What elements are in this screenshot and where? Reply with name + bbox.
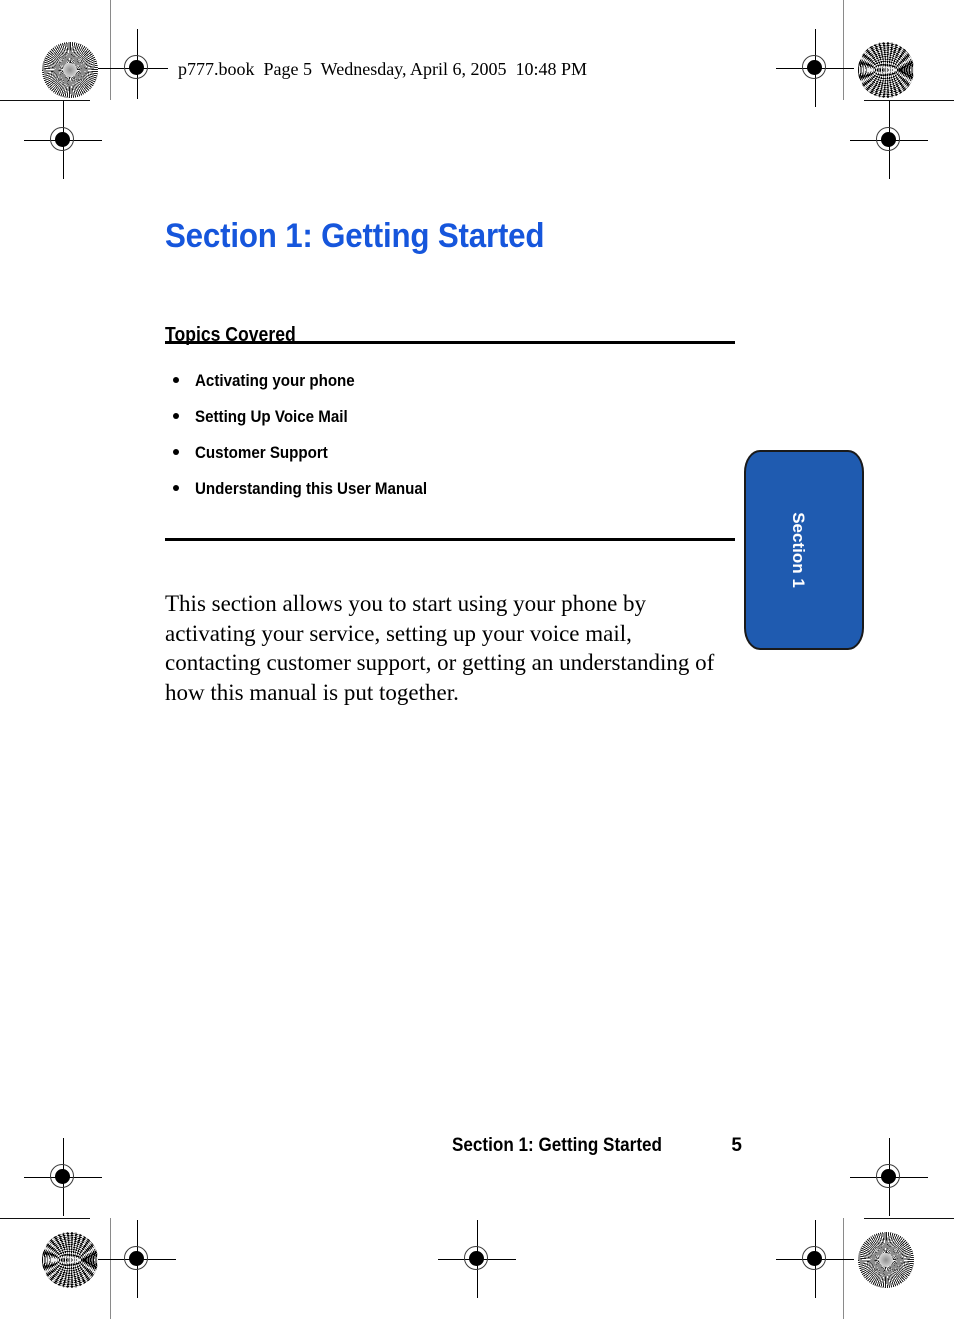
list-item-label: Activating your phone xyxy=(195,371,355,390)
trim-line-top-left xyxy=(0,100,90,101)
registration-crosshair-bottom-center xyxy=(438,1220,516,1298)
list-item: Setting Up Voice Mail xyxy=(165,404,735,440)
radial-starburst-mark-bottom-right xyxy=(858,1232,914,1288)
trim-line-bottom-right xyxy=(864,1218,954,1219)
registration-crosshair-top-left-inner xyxy=(98,29,168,99)
registration-crosshair-right-upper xyxy=(850,101,928,179)
list-item: Activating your phone xyxy=(165,368,735,404)
topics-rule-bottom xyxy=(165,538,735,541)
crosshair-dot xyxy=(881,132,896,147)
topics-rule-top xyxy=(165,341,735,344)
topics-list: Activating your phone Setting Up Voice M… xyxy=(165,368,735,512)
trim-line-top-right xyxy=(864,100,954,101)
footer-title: Section 1: Getting Started xyxy=(452,1135,662,1156)
section-thumb-tab-label: Section 1 xyxy=(788,512,808,588)
bullet-icon xyxy=(173,413,179,419)
crosshair-dot xyxy=(55,1169,70,1184)
radial-starburst-mark-top-left xyxy=(42,42,98,98)
book-file-header: p777.book Page 5 Wednesday, April 6, 200… xyxy=(178,59,588,79)
registration-crosshair-bottom-right-inner xyxy=(776,1220,854,1298)
crosshair-dot xyxy=(129,60,144,75)
crosshair-dot xyxy=(129,1251,144,1266)
registration-crosshair-top-right-inner xyxy=(776,29,854,107)
page-footer: Section 1: Getting Started 5 xyxy=(452,1135,742,1157)
crosshair-dot xyxy=(55,132,70,147)
registration-crosshair-right-lower xyxy=(850,1138,928,1216)
list-item: Understanding this User Manual xyxy=(165,476,735,512)
registration-crosshair-left-lower xyxy=(24,1138,102,1216)
section-thumb-tab: Section 1 xyxy=(744,450,864,650)
moire-halftone-mark-top-right xyxy=(858,42,914,98)
intro-paragraph: This section allows you to start using y… xyxy=(165,591,715,705)
crosshair-dot xyxy=(807,60,822,75)
footer-page-number: 5 xyxy=(731,1135,742,1156)
list-item-label: Understanding this User Manual xyxy=(195,479,428,498)
registration-crosshair-bottom-left-inner xyxy=(98,1220,176,1298)
registration-crosshair-left-upper xyxy=(24,101,102,179)
page-title: Section 1: Getting Started xyxy=(165,216,545,255)
crosshair-dot xyxy=(807,1251,822,1266)
document-page: p777.book Page 5 Wednesday, April 6, 200… xyxy=(0,0,954,1319)
bullet-icon xyxy=(173,377,179,383)
moire-halftone-mark-bottom-left xyxy=(42,1232,98,1288)
crosshair-dot xyxy=(469,1251,484,1266)
list-item-label: Setting Up Voice Mail xyxy=(195,407,348,426)
trim-line-right-bottom xyxy=(843,1218,844,1319)
bullet-icon xyxy=(173,449,179,455)
list-item: Customer Support xyxy=(165,440,735,476)
trim-line-right-top xyxy=(843,0,844,100)
trim-line-bottom-left xyxy=(0,1218,90,1219)
bullet-icon xyxy=(173,485,179,491)
crosshair-dot xyxy=(881,1169,896,1184)
list-item-label: Customer Support xyxy=(195,443,328,462)
